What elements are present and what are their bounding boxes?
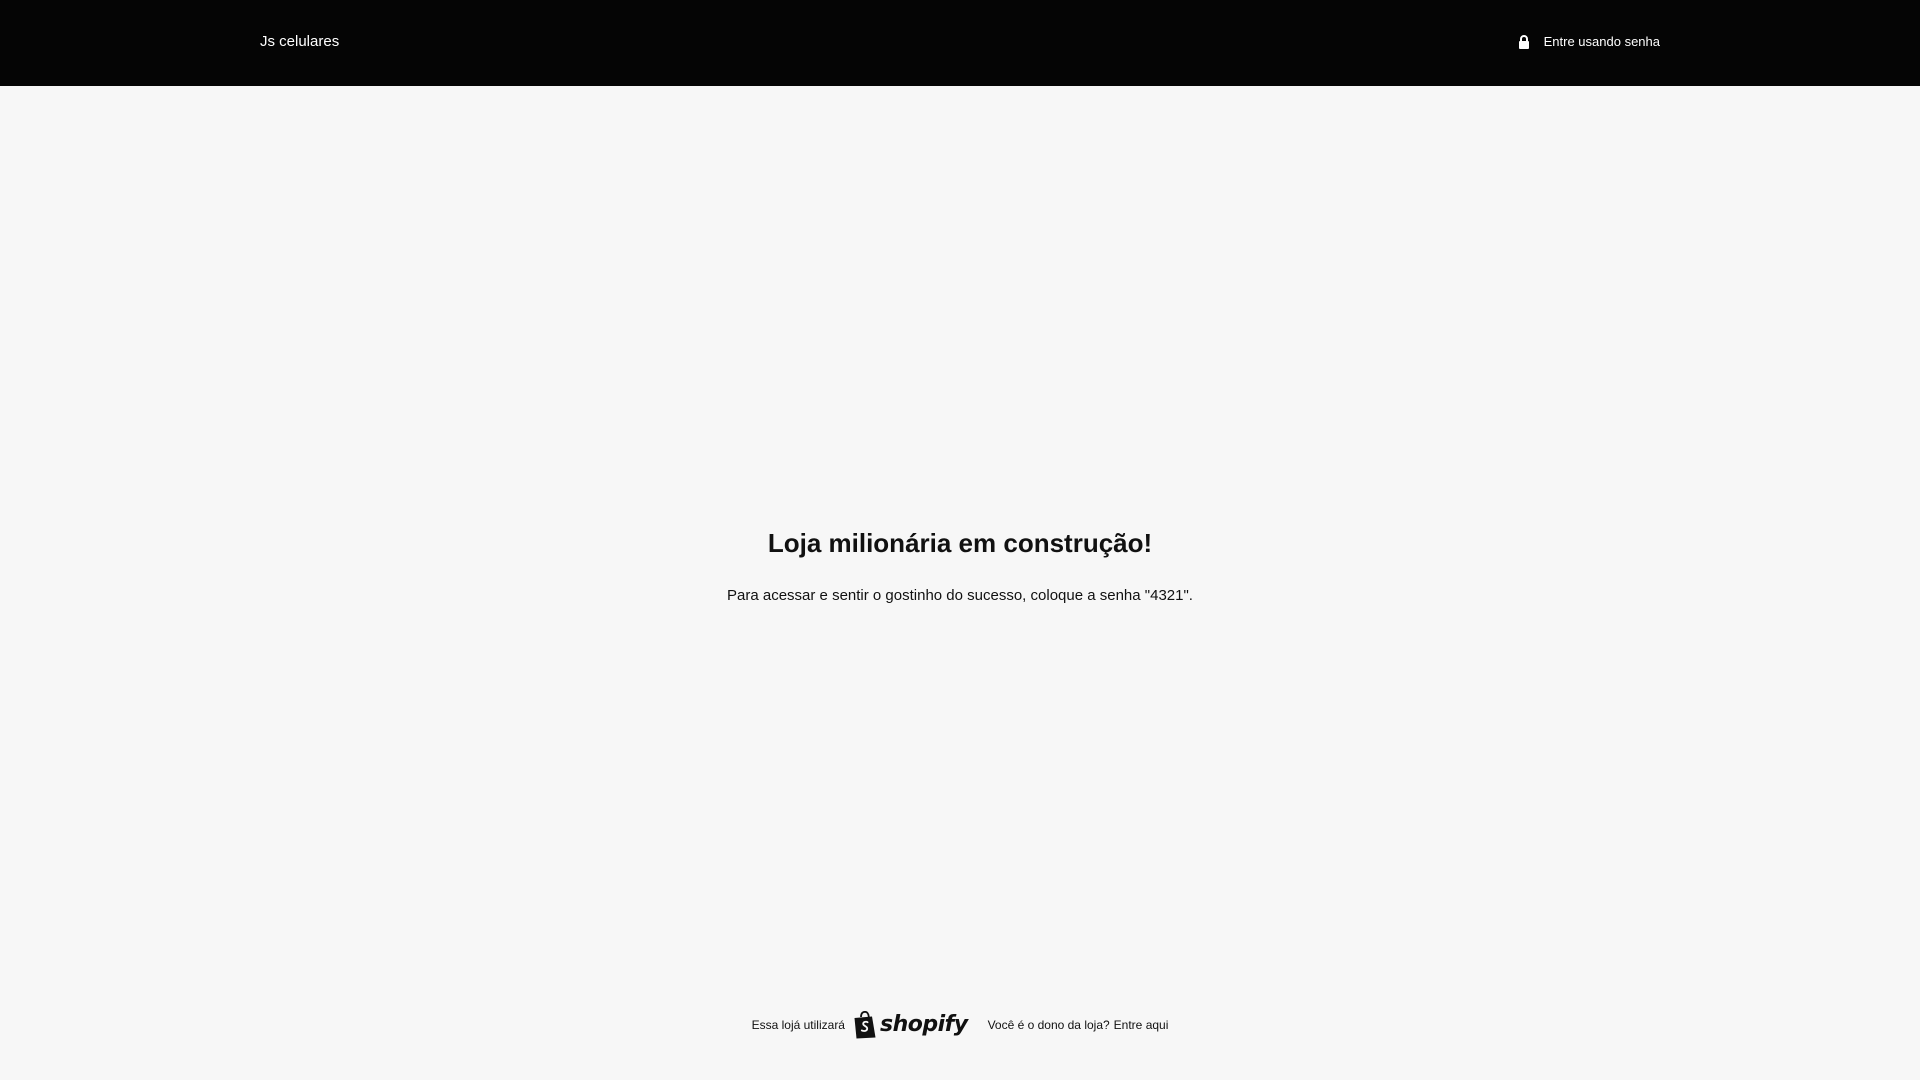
owner-login: Você é o dono da loja? Entre aqui [988,1018,1169,1032]
lock-icon [1517,34,1531,50]
login-with-password-button[interactable]: Entre usando senha [1517,33,1660,51]
password-message: Para acessar e sentir o gostinho do suce… [727,587,1193,604]
powered-by: Essa lojá utilizará shopify [751,1010,988,1039]
owner-question: Você é o dono da loja? [987,1018,1110,1032]
shopify-logo[interactable]: shopify [853,1010,968,1039]
header: Js celulares Entre usando senha [0,0,1920,86]
powered-prefix: Essa lojá utilizará [751,1018,845,1032]
owner-login-link[interactable]: Entre aqui [1114,1018,1169,1032]
page-title: Loja milionária em construção! [767,528,1153,558]
shopify-wordmark: shopify [879,1012,968,1037]
footer: Essa lojá utilizará shopify Você é o don… [0,1010,1920,1039]
store-name[interactable]: Js celulares [260,33,339,51]
shopify-bag-icon [853,1010,877,1039]
login-label: Entre usando senha [1543,34,1660,49]
main-content: Loja milionária em construção! Para aces… [0,86,1920,986]
